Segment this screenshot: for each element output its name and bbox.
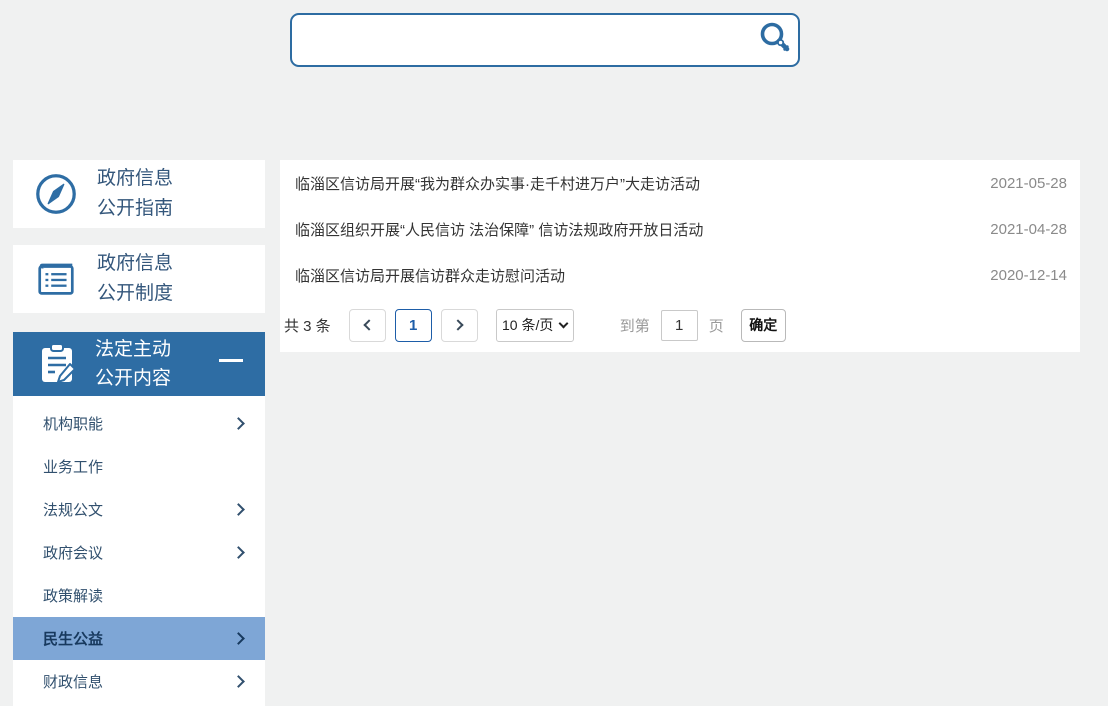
chevron-left-icon [363,319,374,330]
search-input[interactable] [292,15,752,65]
sidebar-item-financial-information[interactable]: 财政信息 [13,660,265,703]
page-size-value: 10 条/页 [502,315,553,335]
collapse-minus-icon[interactable] [219,359,243,362]
submenu-label: 法规公文 [43,499,103,520]
pagination-bar: 共 3 条 1 10 条/页 到第 页 确定 [280,298,1080,352]
news-title-link[interactable]: 临淄区组织开展“人民信访 法治保障” 信访法规政府开放日活动 [295,219,703,240]
sidebar-item-disclosure-system[interactable]: 政府信息 公开制度 [13,245,265,313]
chevron-down-icon [559,319,569,329]
compass-icon [33,171,79,217]
sidebar-item-disclosure-guide[interactable]: 政府信息 公开指南 [13,160,265,228]
news-date: 2021-04-28 [990,221,1067,238]
submenu-label: 政府会议 [43,542,103,563]
goto-prefix-label: 到第 [620,315,650,336]
submenu-label: 民生公益 [43,628,103,649]
search-icon [756,20,794,61]
news-date: 2021-05-28 [990,175,1067,192]
chevron-right-icon [232,546,245,559]
search-button[interactable] [752,15,798,65]
next-page-button[interactable] [441,309,478,342]
sidebar-item-business-work[interactable]: 业务工作 [13,445,265,488]
pagination-total: 共 3 条 [284,315,331,336]
news-row: 临淄区信访局开展“我为群众办实事·走千村进万户”大走访活动 2021-05-28 [280,160,1080,206]
clipboard-pencil-icon [37,342,77,386]
submenu-label: 业务工作 [43,456,103,477]
chevron-right-icon [232,632,245,645]
sidebar-section-label: 法定主动 公开内容 [95,335,171,394]
confirm-button[interactable]: 确定 [741,309,786,342]
goto-suffix-label: 页 [709,315,724,336]
news-row: 临淄区信访局开展信访群众走访慰问活动 2020-12-14 [280,252,1080,298]
chevron-right-icon [452,319,463,330]
chevron-right-icon [232,417,245,430]
sidebar-item-government-meetings[interactable]: 政府会议 [13,531,265,574]
ledger-icon [33,256,79,302]
submenu-label: 财政信息 [43,671,103,692]
sidebar-submenu: 机构职能 业务工作 法规公文 政府会议 政策解读 民生公益 财政信息 [13,396,265,706]
news-row: 临淄区组织开展“人民信访 法治保障” 信访法规政府开放日活动 2021-04-2… [280,206,1080,252]
submenu-label: 机构职能 [43,413,103,434]
sidebar-section-statutory-disclosure[interactable]: 法定主动 公开内容 [13,332,265,396]
search-box [290,13,800,67]
sidebar-item-policy-interpretation[interactable]: 政策解读 [13,574,265,617]
sidebar-item-regulations-documents[interactable]: 法规公文 [13,488,265,531]
page-number-button[interactable]: 1 [395,309,432,342]
page-size-select[interactable]: 10 条/页 [496,309,574,342]
prev-page-button[interactable] [349,309,386,342]
sidebar-item-organization-functions[interactable]: 机构职能 [13,402,265,445]
sidebar-item-label: 政府信息 公开指南 [97,164,173,225]
goto-page-input[interactable] [661,310,698,341]
news-date: 2020-12-14 [990,267,1067,284]
news-title-link[interactable]: 临淄区信访局开展“我为群众办实事·走千村进万户”大走访活动 [295,173,700,194]
sidebar-item-livelihood-welfare[interactable]: 民生公益 [13,617,265,660]
news-title-link[interactable]: 临淄区信访局开展信访群众走访慰问活动 [295,265,565,286]
sidebar-item-label: 政府信息 公开制度 [97,249,173,310]
news-list-panel: 临淄区信访局开展“我为群众办实事·走千村进万户”大走访活动 2021-05-28… [280,160,1080,352]
submenu-label: 政策解读 [43,585,103,606]
chevron-right-icon [232,503,245,516]
chevron-right-icon [232,675,245,688]
